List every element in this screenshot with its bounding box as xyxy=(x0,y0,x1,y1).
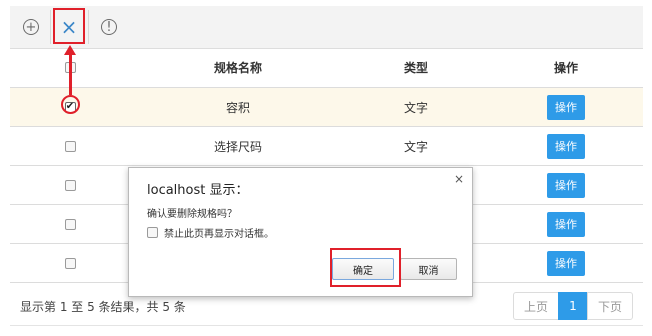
add-button[interactable]: + xyxy=(16,6,46,48)
dialog-title: localhost 显示： xyxy=(147,183,249,198)
prev-page-button[interactable]: 上页 xyxy=(513,292,559,320)
checkbox-highlight xyxy=(61,95,80,114)
toolbar-divider xyxy=(50,10,51,44)
row-name: 选择尺码 xyxy=(213,139,262,154)
close-icon[interactable]: × xyxy=(454,172,464,186)
confirm-cancel-button[interactable]: 取消 xyxy=(400,258,457,280)
column-header-action: 操作 xyxy=(553,61,578,75)
row-checkbox[interactable] xyxy=(64,257,76,269)
row-action-button[interactable]: 操作 xyxy=(547,172,585,198)
toolbar: + × ! xyxy=(10,6,643,49)
row-action-button[interactable]: 操作 xyxy=(547,211,585,237)
row-checkbox[interactable] xyxy=(64,140,76,152)
row-checkbox[interactable] xyxy=(64,218,76,230)
table-row[interactable]: 选择尺码 文字 操作 xyxy=(10,127,643,166)
exclamation-circle-icon: ! xyxy=(101,19,117,35)
row-type: 文字 xyxy=(403,139,428,154)
table-row[interactable]: ✔ 容积 文字 操作 xyxy=(10,88,643,127)
toolbar-divider xyxy=(88,10,89,44)
table-header: 规格名称 类型 操作 xyxy=(10,48,643,88)
confirm-dialog: localhost 显示： × 确认要删除规格吗？ 禁止此页再显示对话框。 确定… xyxy=(128,167,473,297)
pagination: 上页 1 下页 xyxy=(513,292,633,320)
row-checkbox[interactable] xyxy=(64,179,76,191)
suppress-dialogs-option[interactable]: 禁止此页再显示对话框。 xyxy=(147,225,274,240)
column-header-name: 规格名称 xyxy=(213,61,262,75)
current-page-button[interactable]: 1 xyxy=(558,292,588,320)
plus-circle-icon: + xyxy=(23,19,39,35)
row-action-button[interactable]: 操作 xyxy=(547,133,585,159)
ok-button-highlight xyxy=(330,248,401,287)
row-action-button[interactable]: 操作 xyxy=(547,250,585,276)
row-type: 文字 xyxy=(403,100,428,115)
suppress-dialogs-checkbox[interactable] xyxy=(147,227,158,238)
row-name: 容积 xyxy=(225,100,250,115)
column-header-type: 类型 xyxy=(403,61,428,75)
row-action-button[interactable]: 操作 xyxy=(547,94,585,120)
info-button[interactable]: ! xyxy=(94,6,124,48)
pagination-summary: 显示第 1 至 5 条结果，共 5 条 xyxy=(20,300,186,314)
delete-button-highlight xyxy=(53,8,85,44)
annotation-arrow xyxy=(69,53,72,95)
bottom-divider xyxy=(10,325,643,326)
suppress-dialogs-label: 禁止此页再显示对话框。 xyxy=(164,229,274,240)
next-page-button[interactable]: 下页 xyxy=(587,292,633,320)
dialog-message: 确认要删除规格吗？ xyxy=(147,209,237,220)
